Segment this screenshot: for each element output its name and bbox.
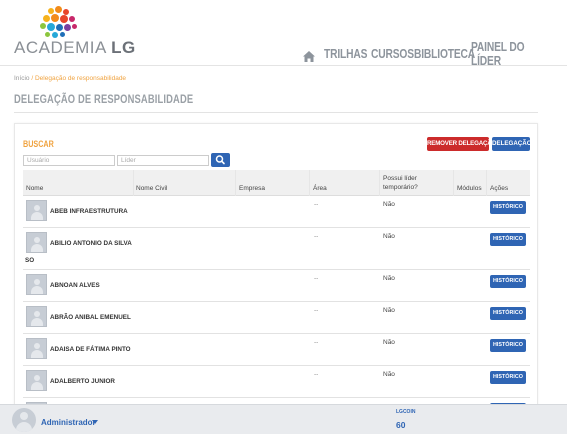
table-row: ABILIO ANTONIO DA SILVA SO -- Não HISTÓR…: [23, 228, 530, 270]
table-row: ABEB INFRAESTRUTURA -- Não HISTÓRICO: [23, 196, 530, 228]
header-acoes: Ações: [490, 185, 509, 192]
user-avatar: [26, 200, 47, 221]
nav-item-trilhas[interactable]: TRILHAS: [324, 47, 367, 61]
search-icon: [215, 155, 225, 165]
breadcrumb: Início / Delegação de responsabilidade: [14, 75, 126, 82]
search-panel: BUSCAR REMOVER DELEGAÇÃO DELEGAÇÃO Nome …: [14, 123, 538, 413]
logo-dots-icon: [38, 6, 78, 40]
header-modulos[interactable]: Módulos: [457, 170, 482, 196]
academia-lg-logo[interactable]: ACADEMIA LG: [14, 6, 135, 60]
area-cell: --: [314, 307, 319, 314]
logo-text: ACADEMIA LG: [14, 38, 136, 58]
user-footer-bar: Administrador: [0, 404, 567, 434]
logo-text-suffix: LG: [111, 38, 136, 57]
history-button[interactable]: HISTÓRICO: [490, 233, 526, 246]
header-possui-lider[interactable]: Possui líder temporário?: [383, 170, 418, 196]
header-possui-lider-line1: Possui líder: [383, 175, 417, 182]
search-title: BUSCAR: [23, 139, 54, 149]
chevron-down-icon[interactable]: [92, 420, 98, 424]
area-cell: --: [314, 201, 319, 208]
lider-search-input[interactable]: [117, 155, 209, 166]
user-avatar: [26, 338, 47, 359]
breadcrumb-home[interactable]: Início: [14, 75, 30, 82]
user-avatar[interactable]: [12, 408, 36, 432]
header-area[interactable]: Área: [313, 170, 327, 196]
nav-item-biblioteca[interactable]: BIBLIOTECA: [414, 47, 475, 61]
header-nome[interactable]: Nome: [26, 170, 43, 196]
area-cell: --: [314, 339, 319, 346]
logo-text-prefix: ACADEMIA: [14, 38, 106, 57]
user-name: ADAISA DE FÁTIMA PINTO: [50, 346, 131, 353]
user-name: ABNOAN ALVES: [50, 282, 100, 289]
table-row: ADALBERTO JUNIOR -- Não HISTÓRICO: [23, 366, 530, 398]
user-menu[interactable]: Administrador: [41, 418, 96, 427]
lider-cell: Não: [383, 201, 395, 208]
main-nav: TRILHAS CURSOS BIBLIOTECA PAINEL DO LÍDE…: [303, 40, 537, 68]
header-empresa[interactable]: Empresa: [239, 170, 265, 196]
history-button[interactable]: HISTÓRICO: [490, 371, 526, 384]
area-cell: --: [314, 233, 319, 240]
lider-cell: Não: [383, 371, 395, 378]
breadcrumb-separator: /: [31, 75, 34, 82]
lgcoin-label: LGCOIN: [396, 409, 416, 415]
nav-item-painel-do-lider[interactable]: PAINEL DO LÍDER: [471, 40, 525, 68]
nav-item-cursos[interactable]: CURSOS: [371, 47, 414, 61]
user-name: ABEB INFRAESTRUTURA: [50, 208, 128, 215]
user-name-line1: ABILIO ANTONIO DA SILVA: [50, 240, 132, 247]
user-avatar: [26, 274, 47, 295]
lider-cell: Não: [383, 339, 395, 346]
usuario-search-input[interactable]: [23, 155, 115, 166]
user-name: ADALBERTO JUNIOR: [50, 378, 115, 385]
header-possui-lider-line2: temporário?: [383, 184, 418, 191]
area-cell: --: [314, 371, 319, 378]
table-row: ABNOAN ALVES -- Não HISTÓRICO: [23, 270, 530, 302]
breadcrumb-current: Delegação de responsabilidade: [34, 75, 127, 82]
history-button[interactable]: HISTÓRICO: [490, 307, 526, 320]
lider-cell: Não: [383, 275, 395, 282]
lgcoin-value: 60: [396, 420, 406, 430]
history-button[interactable]: HISTÓRICO: [490, 201, 526, 214]
user-name-line2: SO: [25, 257, 35, 264]
user-name: ABRÃO ANIBAL EMENUEL: [50, 314, 131, 321]
user-avatar: [26, 306, 47, 327]
home-icon[interactable]: [303, 49, 315, 62]
header-nome-civil[interactable]: Nome Civil: [136, 170, 167, 196]
table-row: ADAISA DE FÁTIMA PINTO -- Não HISTÓRICO: [23, 334, 530, 366]
title-divider: [14, 112, 538, 113]
history-button[interactable]: HISTÓRICO: [490, 339, 526, 352]
page-title: DELEGAÇÃO DE RESPONSABILIDADE: [14, 92, 194, 106]
user-avatar: [26, 370, 47, 391]
lider-cell: Não: [383, 307, 395, 314]
area-cell: --: [314, 275, 319, 282]
table-row: ABRÃO ANIBAL EMENUEL -- Não HISTÓRICO: [23, 302, 530, 334]
remove-delegation-button[interactable]: REMOVER DELEGAÇÃO: [427, 137, 496, 151]
user-avatar: [26, 232, 47, 253]
top-header: ACADEMIA LG TRILHAS CURSOS BIBLIOTECA PA…: [0, 0, 567, 68]
delegation-button[interactable]: DELEGAÇÃO: [492, 137, 532, 151]
lider-cell: Não: [383, 233, 395, 240]
history-button[interactable]: HISTÓRICO: [490, 275, 526, 288]
search-button[interactable]: [211, 153, 230, 167]
